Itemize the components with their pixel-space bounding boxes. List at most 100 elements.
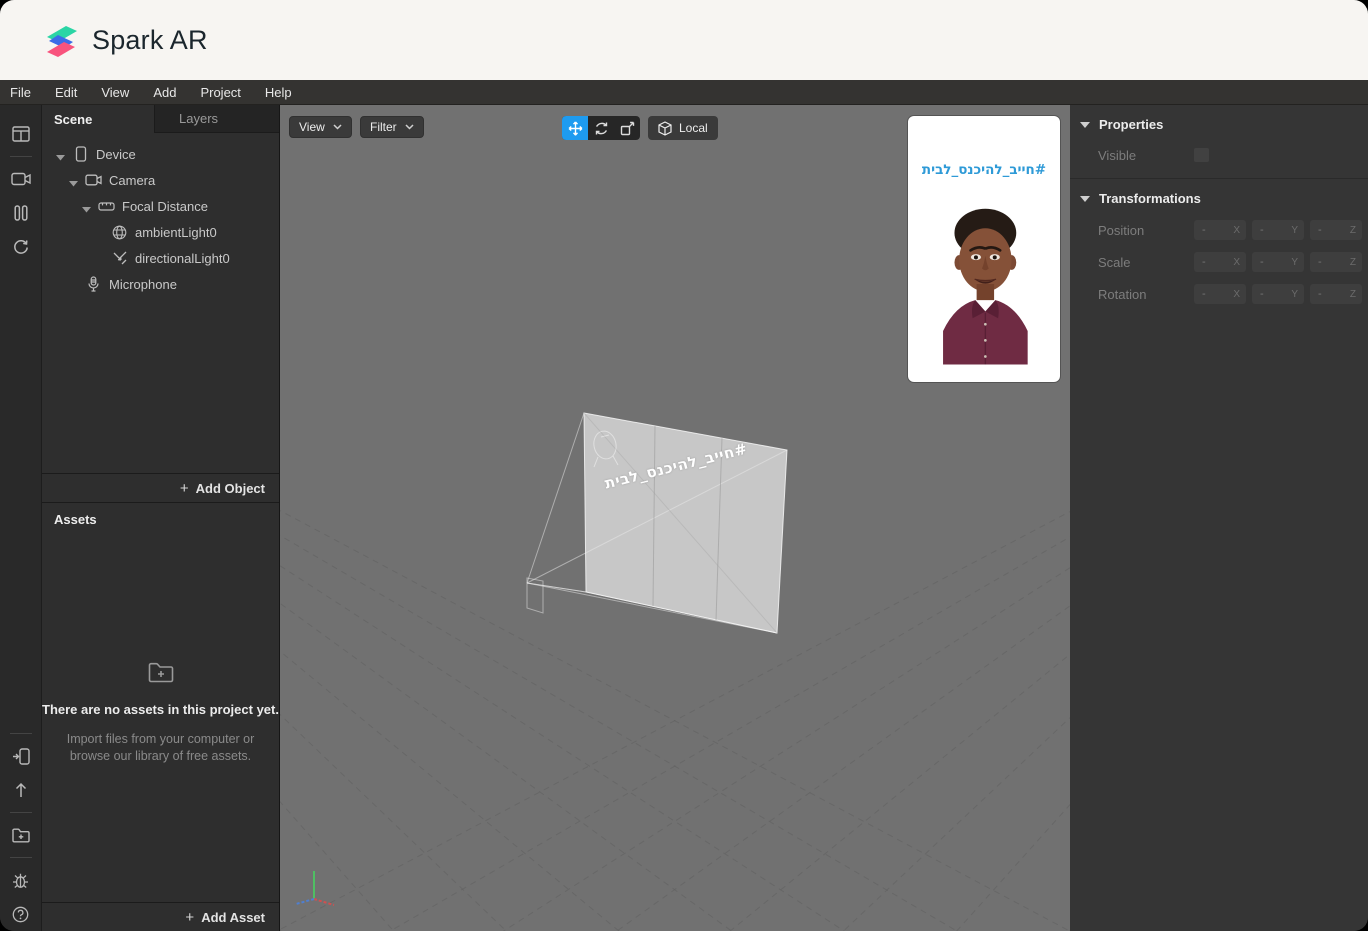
axis-label: X bbox=[1233, 256, 1240, 268]
filter-dropdown[interactable]: Filter bbox=[360, 116, 424, 138]
axis-fields: -X-Y-Z bbox=[1194, 252, 1362, 272]
axis-label: Y bbox=[1291, 224, 1298, 236]
camera-object-icon bbox=[85, 172, 102, 189]
rotate-tool-button[interactable] bbox=[588, 116, 614, 140]
axis-label: Z bbox=[1349, 224, 1356, 236]
panels-icon[interactable] bbox=[0, 117, 42, 151]
debug-icon[interactable] bbox=[0, 863, 42, 897]
scene-assets-panel: Scene Layers Device Camera Focal Distance a… bbox=[42, 105, 280, 931]
transform-row-position: Position - X - Y - Z bbox=[1070, 214, 1368, 246]
directional-light-icon bbox=[111, 250, 128, 267]
plus-icon: + bbox=[179, 479, 189, 497]
menu-item-view[interactable]: View bbox=[101, 85, 129, 100]
transform-row-scale: Scale - X - Y - Z bbox=[1070, 246, 1368, 278]
scene-tree: Device Camera Focal Distance ambientLight0 d… bbox=[42, 133, 279, 473]
move-tool-icon bbox=[568, 121, 582, 135]
add-asset-button[interactable]: + Add Asset bbox=[42, 902, 279, 931]
axis-fields: -X-Y-Z bbox=[1194, 220, 1362, 240]
rotation-y-field[interactable]: -Y bbox=[1252, 284, 1304, 304]
field-value: - bbox=[1318, 224, 1322, 236]
transformations-section-header[interactable]: Transformations bbox=[1070, 179, 1368, 214]
axis-label: Z bbox=[1349, 288, 1356, 300]
scale-z-field[interactable]: -Z bbox=[1310, 252, 1362, 272]
menu-item-edit[interactable]: Edit bbox=[55, 85, 77, 100]
tree-item-label: Device bbox=[96, 146, 136, 162]
field-value: - bbox=[1260, 224, 1264, 236]
axis-gizmo-icon bbox=[295, 871, 335, 906]
position-y-field[interactable]: -Y bbox=[1252, 220, 1304, 240]
view-dropdown[interactable]: View bbox=[289, 116, 352, 138]
transform-label: Rotation bbox=[1098, 286, 1147, 302]
properties-section-header[interactable]: Properties bbox=[1070, 105, 1368, 140]
transform-row-rotation: Rotation - X - Y - Z bbox=[1070, 278, 1368, 310]
add-object-button[interactable]: + Add Object bbox=[42, 473, 279, 502]
menu-bar: File Edit View Add Project Help bbox=[0, 80, 1368, 105]
local-space-button[interactable]: Local bbox=[648, 116, 718, 140]
help-icon[interactable] bbox=[0, 897, 42, 931]
tab-layers[interactable]: Layers bbox=[154, 105, 279, 133]
field-value: - bbox=[1260, 256, 1264, 268]
tree-item-camera[interactable]: Camera bbox=[42, 167, 279, 193]
menu-item-help[interactable]: Help bbox=[265, 85, 292, 100]
scale-x-field[interactable]: -X bbox=[1194, 252, 1246, 272]
tab-scene[interactable]: Scene bbox=[42, 105, 154, 133]
upload-icon[interactable] bbox=[0, 773, 42, 807]
expand-arrow-icon[interactable] bbox=[69, 175, 79, 187]
restart-icon[interactable] bbox=[0, 230, 42, 264]
tree-item-ambientlight0[interactable]: ambientLight0 bbox=[42, 219, 279, 245]
add-folder-icon bbox=[42, 661, 279, 688]
preview-hashtag-text: #חייב_להיכנס_לבית bbox=[921, 162, 1047, 178]
move-tool-button[interactable] bbox=[562, 116, 588, 140]
tree-item-focal-distance[interactable]: Focal Distance bbox=[42, 193, 279, 219]
ambient-light-icon bbox=[111, 224, 128, 241]
axis-label: Z bbox=[1349, 256, 1356, 268]
simulator-preview[interactable]: #חייב_להיכנס_לבית bbox=[908, 116, 1060, 382]
transform-label: Scale bbox=[1098, 254, 1131, 270]
cube-icon bbox=[658, 120, 672, 136]
assets-empty-state: There are no assets in this project yet.… bbox=[42, 661, 279, 765]
expand-arrow-icon[interactable] bbox=[82, 201, 92, 213]
device-icon bbox=[72, 146, 89, 163]
menu-item-file[interactable]: File bbox=[10, 85, 31, 100]
rotation-x-field[interactable]: -X bbox=[1194, 284, 1246, 304]
menu-item-add[interactable]: Add bbox=[153, 85, 176, 100]
tree-item-label: Camera bbox=[109, 172, 156, 188]
tree-item-device[interactable]: Device bbox=[42, 141, 279, 167]
scale-tool-button[interactable] bbox=[614, 116, 640, 140]
assets-panel-title: Assets bbox=[54, 512, 97, 527]
preview-face-image bbox=[908, 188, 1060, 382]
rotation-z-field[interactable]: -Z bbox=[1310, 284, 1362, 304]
app-title: Spark AR bbox=[92, 24, 208, 55]
expand-arrow-icon[interactable] bbox=[56, 149, 66, 161]
tree-item-label: Microphone bbox=[109, 276, 177, 292]
scene-plane[interactable] bbox=[583, 412, 1070, 931]
field-value: - bbox=[1260, 288, 1264, 300]
transform-label: Position bbox=[1098, 222, 1145, 238]
position-z-field[interactable]: -Z bbox=[1310, 220, 1362, 240]
tree-item-microphone[interactable]: Microphone bbox=[42, 271, 279, 297]
scale-tool-icon bbox=[620, 121, 634, 135]
field-value: - bbox=[1202, 288, 1206, 300]
add-asset-label: Add Asset bbox=[201, 909, 265, 925]
axis-label: X bbox=[1233, 224, 1240, 236]
collapse-triangle-icon bbox=[1080, 121, 1090, 128]
scale-y-field[interactable]: -Y bbox=[1252, 252, 1304, 272]
spark-ar-logo-icon bbox=[47, 26, 77, 57]
viewport-3d[interactable]: #חייב_להיכנס_לבית View Filter Local #חיי… bbox=[280, 105, 1070, 931]
field-value: - bbox=[1318, 256, 1322, 268]
assets-empty-description: Import files from your computer or brows… bbox=[66, 732, 255, 763]
add-folder-icon[interactable] bbox=[0, 818, 42, 852]
send-to-device-icon[interactable] bbox=[0, 739, 42, 773]
position-x-field[interactable]: -X bbox=[1194, 220, 1246, 240]
tree-item-directionallight0[interactable]: directionalLight0 bbox=[42, 245, 279, 271]
split-view-icon[interactable] bbox=[0, 196, 42, 230]
camera-icon[interactable] bbox=[0, 162, 42, 196]
chevron-down-icon bbox=[405, 124, 414, 130]
visible-checkbox[interactable] bbox=[1194, 148, 1209, 162]
menu-item-project[interactable]: Project bbox=[200, 85, 240, 100]
field-value: - bbox=[1318, 288, 1322, 300]
axis-label: X bbox=[1233, 288, 1240, 300]
chevron-down-icon bbox=[333, 124, 342, 130]
